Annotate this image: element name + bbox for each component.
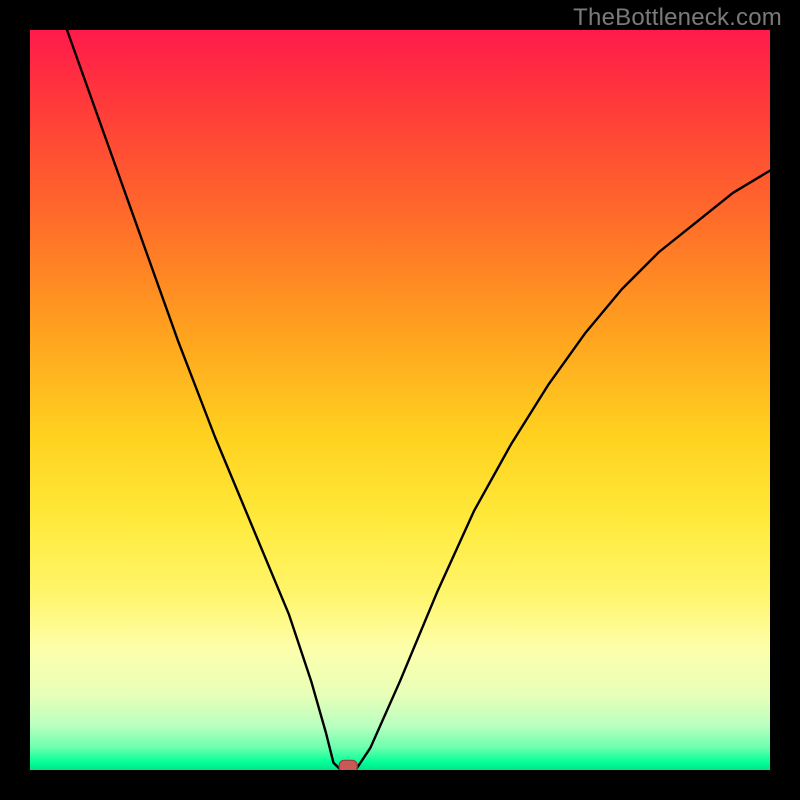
watermark-text: TheBottleneck.com bbox=[573, 4, 782, 32]
optimal-marker bbox=[339, 760, 357, 770]
plot-area bbox=[30, 30, 770, 770]
curve-layer bbox=[30, 30, 770, 770]
chart-frame: TheBottleneck.com bbox=[0, 0, 800, 800]
bottleneck-curve bbox=[67, 30, 770, 770]
